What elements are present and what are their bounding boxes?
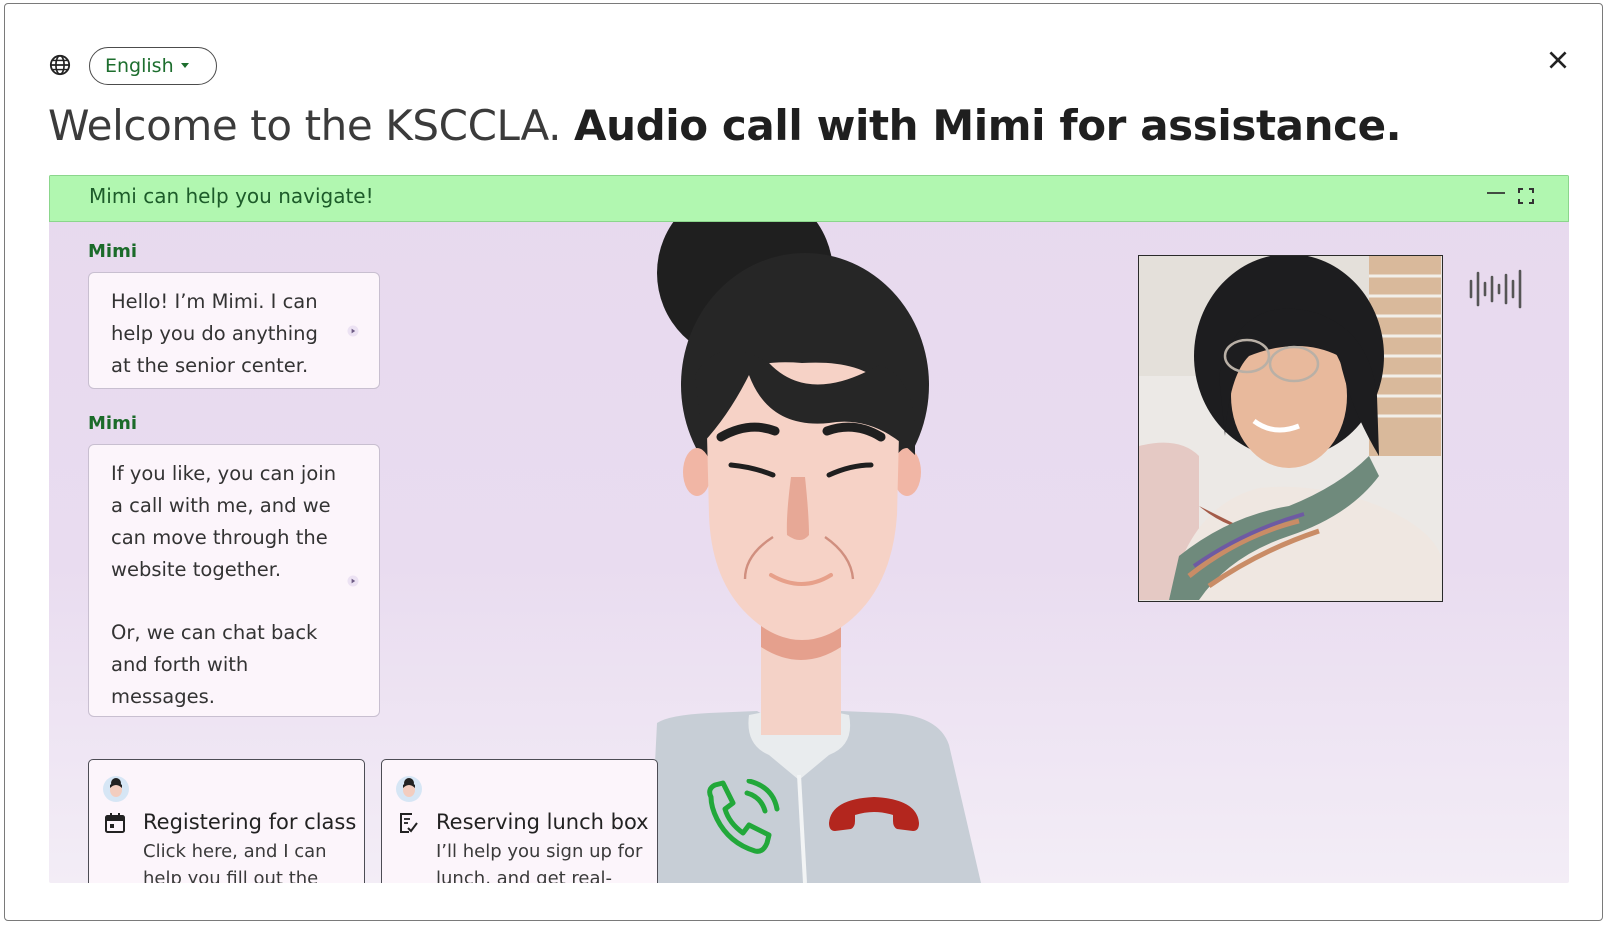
message-sender: Mimi (88, 413, 138, 434)
message-text: Hello! I’m Mimi. I can help you do anyth… (111, 290, 318, 377)
fullscreen-icon[interactable] (1516, 186, 1536, 206)
language-select-value: English (105, 55, 174, 77)
globe-icon (49, 54, 71, 76)
card-title: Registering for class (143, 810, 357, 834)
assistant-dialog: English Welcome to the KSCCLA. Audio cal… (4, 3, 1603, 921)
close-icon[interactable] (1545, 47, 1571, 73)
page-title: Welcome to the KSCCLA. Audio call with M… (48, 100, 1402, 152)
play-icon[interactable] (347, 575, 359, 587)
call-panel: Mimi can help you navigate! Mimi Hello! … (49, 175, 1569, 883)
banner-text: Mimi can help you navigate! (89, 184, 374, 208)
start-call-icon[interactable] (699, 779, 781, 861)
card-description: Click here, and I can help you fill out … (143, 841, 327, 883)
mimi-avatar-icon (103, 776, 129, 802)
message-sender: Mimi (88, 241, 138, 262)
user-video-feed (1138, 255, 1443, 602)
task-card-reserve-lunch[interactable]: Reserving lunch box I’ll help you sign u… (381, 759, 658, 883)
message-bubble: Hello! I’m Mimi. I can help you do anyth… (88, 272, 380, 389)
play-icon[interactable] (347, 325, 359, 337)
title-welcome: Welcome to the KSCCLA. (48, 101, 562, 150)
title-audio-call: Audio call with Mimi for assistance. (573, 101, 1402, 150)
chevron-down-icon (181, 63, 189, 68)
task-card-register-class[interactable]: Registering for class Click here, and I … (88, 759, 365, 883)
message-text: If you like, you can join a call with me… (111, 462, 337, 581)
audio-wave-icon (1469, 269, 1522, 309)
card-title: Reserving lunch box (436, 810, 649, 834)
end-call-icon[interactable] (825, 789, 923, 839)
banner: Mimi can help you navigate! (49, 175, 1569, 222)
mimi-avatar-icon (396, 776, 422, 802)
minimize-icon[interactable] (1486, 184, 1506, 204)
message-text: Or, we can chat back and forth with mess… (111, 621, 318, 708)
checklist-icon (400, 813, 418, 833)
message-bubble: If you like, you can join a call with me… (88, 444, 380, 717)
calendar-icon (105, 813, 125, 833)
language-select[interactable]: English (89, 47, 217, 85)
card-description: I’ll help you sign up for lunch, and get… (436, 841, 643, 883)
